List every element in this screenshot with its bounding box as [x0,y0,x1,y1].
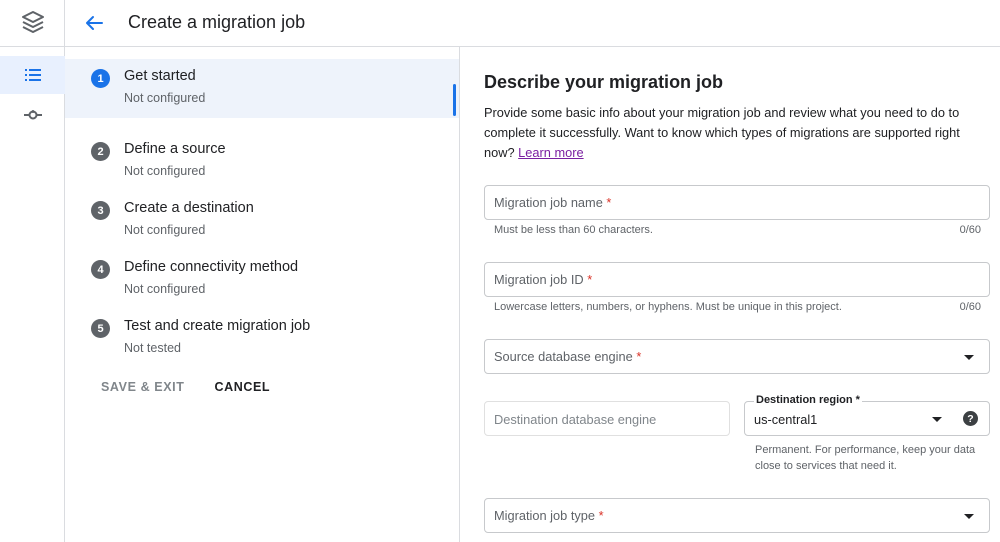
step-status: Not tested [124,341,181,355]
arrow-back-icon [86,16,103,30]
migration-job-type-select[interactable]: Migration job type * [484,498,990,533]
cancel-button[interactable]: CANCEL [214,380,270,394]
selected-region: us-central1 [754,412,818,427]
step-get-started[interactable]: 1 Get started Not configured [65,59,459,118]
database-migration-logo-icon[interactable] [17,8,49,38]
step-define-connectivity[interactable]: 4 Define connectivity method Not configu… [65,236,459,296]
region-hint: Permanent. For performance, keep your da… [755,444,976,472]
destination-region-select[interactable]: Destination region * us-central1 ? [744,394,990,436]
step-label: Define connectivity method [124,259,299,275]
required-mark: * [587,272,593,287]
migration-job-id-input[interactable]: Migration job ID * [484,262,990,297]
section-description: Provide some basic info about your migra… [484,103,984,163]
save-and-exit-button[interactable]: SAVE & EXIT [101,380,184,394]
help-icon[interactable]: ? [963,411,978,426]
step-status: Not configured [124,91,206,105]
destination-database-engine-select: Destination database engine [484,401,730,436]
field-label: Migration job name * [494,195,612,210]
connection-icon [23,110,42,120]
step-define-source[interactable]: 2 Define a source Not configured [65,118,459,178]
step-label: Test and create migration job [124,318,311,334]
char-counter: 0/60 [959,224,981,236]
field-hint: Lowercase letters, numbers, or hyphens. … [494,301,842,313]
step-status: Not configured [124,282,206,296]
active-step-indicator [453,84,456,116]
list-icon [24,69,41,81]
required-mark: * [598,508,604,523]
dropdown-arrow-icon [964,514,974,519]
step-number-badge: 1 [91,69,110,88]
section-title: Describe your migration job [484,72,724,92]
required-mark: * [855,394,860,406]
nav-rail [0,0,65,542]
stepper-actions: SAVE & EXIT CANCEL [101,380,270,394]
back-button[interactable] [81,10,107,36]
migration-job-name-input[interactable]: Migration job name * [484,185,990,220]
step-number-badge: 4 [91,260,110,279]
step-label: Get started [124,68,196,84]
form-panel: Describe your migration job Provide some… [461,47,1000,542]
step-number-badge: 2 [91,142,110,161]
dropdown-arrow-icon [964,355,974,360]
field-label: Destination region * [754,394,862,406]
required-mark: * [606,195,612,210]
field-label: Source database engine * [494,349,642,364]
step-number-badge: 5 [91,319,110,338]
rail-item-migration-jobs[interactable] [0,56,65,94]
step-test-and-create[interactable]: 5 Test and create migration job Not test… [65,295,459,355]
field-hint: Must be less than 60 characters. [494,224,653,236]
step-number-badge: 3 [91,201,110,220]
page-title: Create a migration job [128,12,306,32]
required-mark: * [636,349,642,364]
step-status: Not configured [124,164,206,178]
dropdown-arrow-icon [932,417,942,422]
rail-divider [0,46,65,47]
rail-item-connection-profiles[interactable] [0,96,65,134]
field-label: Migration job type * [494,508,604,523]
source-database-engine-select[interactable]: Source database engine * [484,339,990,374]
stepper-panel: 1 Get started Not configured 2 Define a … [65,47,460,542]
learn-more-link[interactable]: Learn more [518,145,583,160]
field-label: Migration job ID * [494,272,593,287]
field-label: Destination database engine [494,412,657,427]
step-status: Not configured [124,223,206,237]
page-header: Create a migration job [65,0,1000,47]
step-label: Define a source [124,141,226,157]
char-counter: 0/60 [959,301,981,313]
step-label: Create a destination [124,200,254,216]
step-create-destination[interactable]: 3 Create a destination Not configured [65,177,459,237]
